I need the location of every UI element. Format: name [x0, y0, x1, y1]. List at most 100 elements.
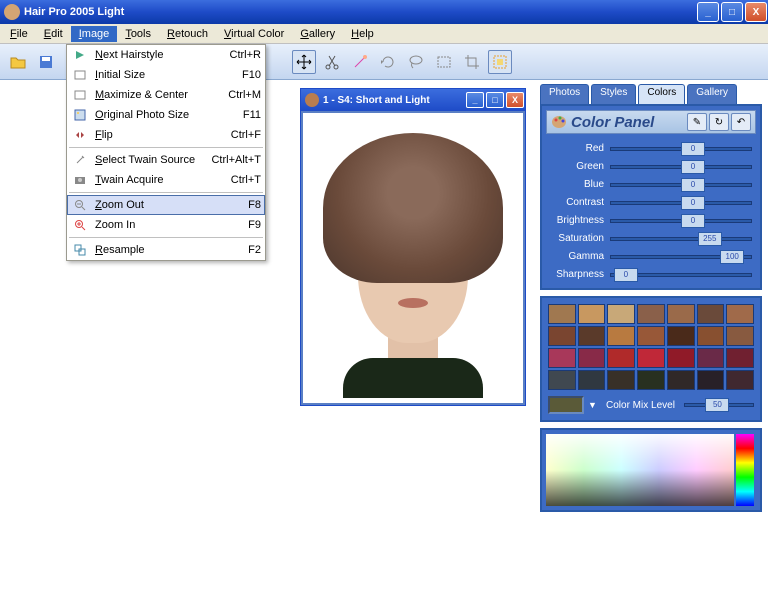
window-controls: _ □ X [696, 0, 768, 24]
color-swatch[interactable] [726, 304, 754, 324]
color-swatch[interactable] [607, 348, 635, 368]
menu-retouch[interactable]: Retouch [159, 26, 216, 42]
menu-image[interactable]: Image [71, 26, 118, 42]
rotate-tool[interactable] [376, 50, 400, 74]
color-swatch[interactable] [697, 348, 725, 368]
hue-bar[interactable] [736, 434, 754, 506]
image-canvas[interactable] [301, 111, 525, 405]
color-swatch[interactable] [637, 304, 665, 324]
maximize-button[interactable]: □ [721, 2, 743, 22]
undo-button[interactable]: ↶ [731, 113, 751, 131]
color-swatch[interactable] [667, 348, 695, 368]
menu-help[interactable]: Help [343, 26, 382, 42]
menu-virtual-color[interactable]: Virtual Color [216, 26, 292, 42]
menu-item-next-hairstyle[interactable]: Next HairstyleCtrl+R [67, 45, 265, 65]
slider-thumb[interactable]: 0 [681, 160, 705, 174]
color-swatch[interactable] [697, 370, 725, 390]
slider-thumb[interactable]: 0 [681, 178, 705, 192]
open-button[interactable] [6, 50, 30, 74]
image-child-window: 1 - S4: Short and Light _ □ X [300, 88, 526, 406]
color-swatch[interactable] [667, 370, 695, 390]
slider-thumb[interactable]: 255 [698, 232, 722, 246]
reset-button[interactable]: ↻ [709, 113, 729, 131]
color-swatch[interactable] [637, 348, 665, 368]
color-swatch[interactable] [726, 370, 754, 390]
close-button[interactable]: X [745, 2, 767, 22]
contrast-slider[interactable]: 0 [610, 201, 752, 205]
menu-gallery[interactable]: Gallery [292, 26, 343, 42]
mix-preview-swatch[interactable] [548, 396, 584, 414]
swatch-panel: ▼ Color Mix Level 50 [540, 296, 762, 422]
color-swatch[interactable] [726, 348, 754, 368]
rect-select-tool[interactable] [432, 50, 456, 74]
color-swatch[interactable] [697, 326, 725, 346]
crop-tool[interactable] [460, 50, 484, 74]
menu-item-maximize-center[interactable]: Maximize & CenterCtrl+M [67, 85, 265, 105]
child-close-button[interactable]: X [506, 92, 524, 108]
slider-thumb[interactable]: 0 [614, 268, 638, 282]
menu-edit[interactable]: Edit [36, 26, 71, 42]
color-swatch[interactable] [667, 326, 695, 346]
slider-thumb[interactable]: 0 [681, 214, 705, 228]
color-swatch[interactable] [548, 348, 576, 368]
menu-item-select-twain-source[interactable]: Select Twain SourceCtrl+Alt+T [67, 150, 265, 170]
cut-tool[interactable] [320, 50, 344, 74]
red-slider[interactable]: 0 [610, 147, 752, 151]
color-swatch[interactable] [607, 326, 635, 346]
camera-icon [71, 172, 89, 188]
brightness-slider[interactable]: 0 [610, 219, 752, 223]
sharpness-slider[interactable]: 0 [610, 273, 752, 277]
lasso-tool[interactable] [404, 50, 428, 74]
slider-thumb[interactable]: 0 [681, 196, 705, 210]
move-tool[interactable] [292, 50, 316, 74]
child-window-title: 1 - S4: Short and Light [323, 95, 465, 106]
wand-tool[interactable] [348, 50, 372, 74]
slider-thumb[interactable]: 0 [681, 142, 705, 156]
menu-item-flip[interactable]: FlipCtrl+F [67, 125, 265, 145]
child-maximize-button[interactable]: □ [486, 92, 504, 108]
menu-item-initial-size[interactable]: Initial SizeF10 [67, 65, 265, 85]
color-swatch[interactable] [697, 304, 725, 324]
menu-item-zoom-out[interactable]: Zoom OutF8 [67, 195, 265, 215]
green-slider[interactable]: 0 [610, 165, 752, 169]
color-swatch[interactable] [578, 370, 606, 390]
blue-slider[interactable]: 0 [610, 183, 752, 187]
color-swatch[interactable] [548, 326, 576, 346]
save-button[interactable] [34, 50, 58, 74]
mix-slider-thumb[interactable]: 50 [705, 398, 729, 412]
color-swatch[interactable] [548, 304, 576, 324]
slider-label: Green [546, 161, 610, 172]
gamma-slider[interactable]: 100 [610, 255, 752, 259]
tab-photos[interactable]: Photos [540, 84, 589, 104]
slider-row-saturation: Saturation255 [546, 230, 756, 247]
tab-styles[interactable]: Styles [591, 84, 636, 104]
mix-slider[interactable]: 50 [684, 403, 754, 407]
square-icon [71, 87, 89, 103]
color-swatch[interactable] [578, 348, 606, 368]
menu-item-zoom-in[interactable]: Zoom InF9 [67, 215, 265, 235]
color-swatch[interactable] [607, 370, 635, 390]
slider-label: Blue [546, 179, 610, 190]
tab-colors[interactable]: Colors [638, 84, 685, 104]
menu-tools[interactable]: Tools [117, 26, 159, 42]
menu-item-twain-acquire[interactable]: Twain AcquireCtrl+T [67, 170, 265, 190]
slider-thumb[interactable]: 100 [720, 250, 744, 264]
minimize-button[interactable]: _ [697, 2, 719, 22]
color-swatch[interactable] [578, 326, 606, 346]
color-swatch[interactable] [578, 304, 606, 324]
square-icon [71, 67, 89, 83]
menu-file[interactable]: File [2, 26, 36, 42]
menu-item-original-photo-size[interactable]: Original Photo SizeF11 [67, 105, 265, 125]
child-minimize-button[interactable]: _ [466, 92, 484, 108]
color-swatch[interactable] [548, 370, 576, 390]
eyedropper-button[interactable]: ✎ [687, 113, 707, 131]
color-swatch[interactable] [726, 326, 754, 346]
color-swatch[interactable] [637, 370, 665, 390]
color-swatch[interactable] [667, 304, 695, 324]
color-swatch[interactable] [637, 326, 665, 346]
color-swatch[interactable] [607, 304, 635, 324]
marquee-tool[interactable] [488, 50, 512, 74]
saturation-slider[interactable]: 255 [610, 237, 752, 241]
menu-item-resample[interactable]: ResampleF2 [67, 240, 265, 260]
tab-gallery[interactable]: Gallery [687, 84, 737, 104]
